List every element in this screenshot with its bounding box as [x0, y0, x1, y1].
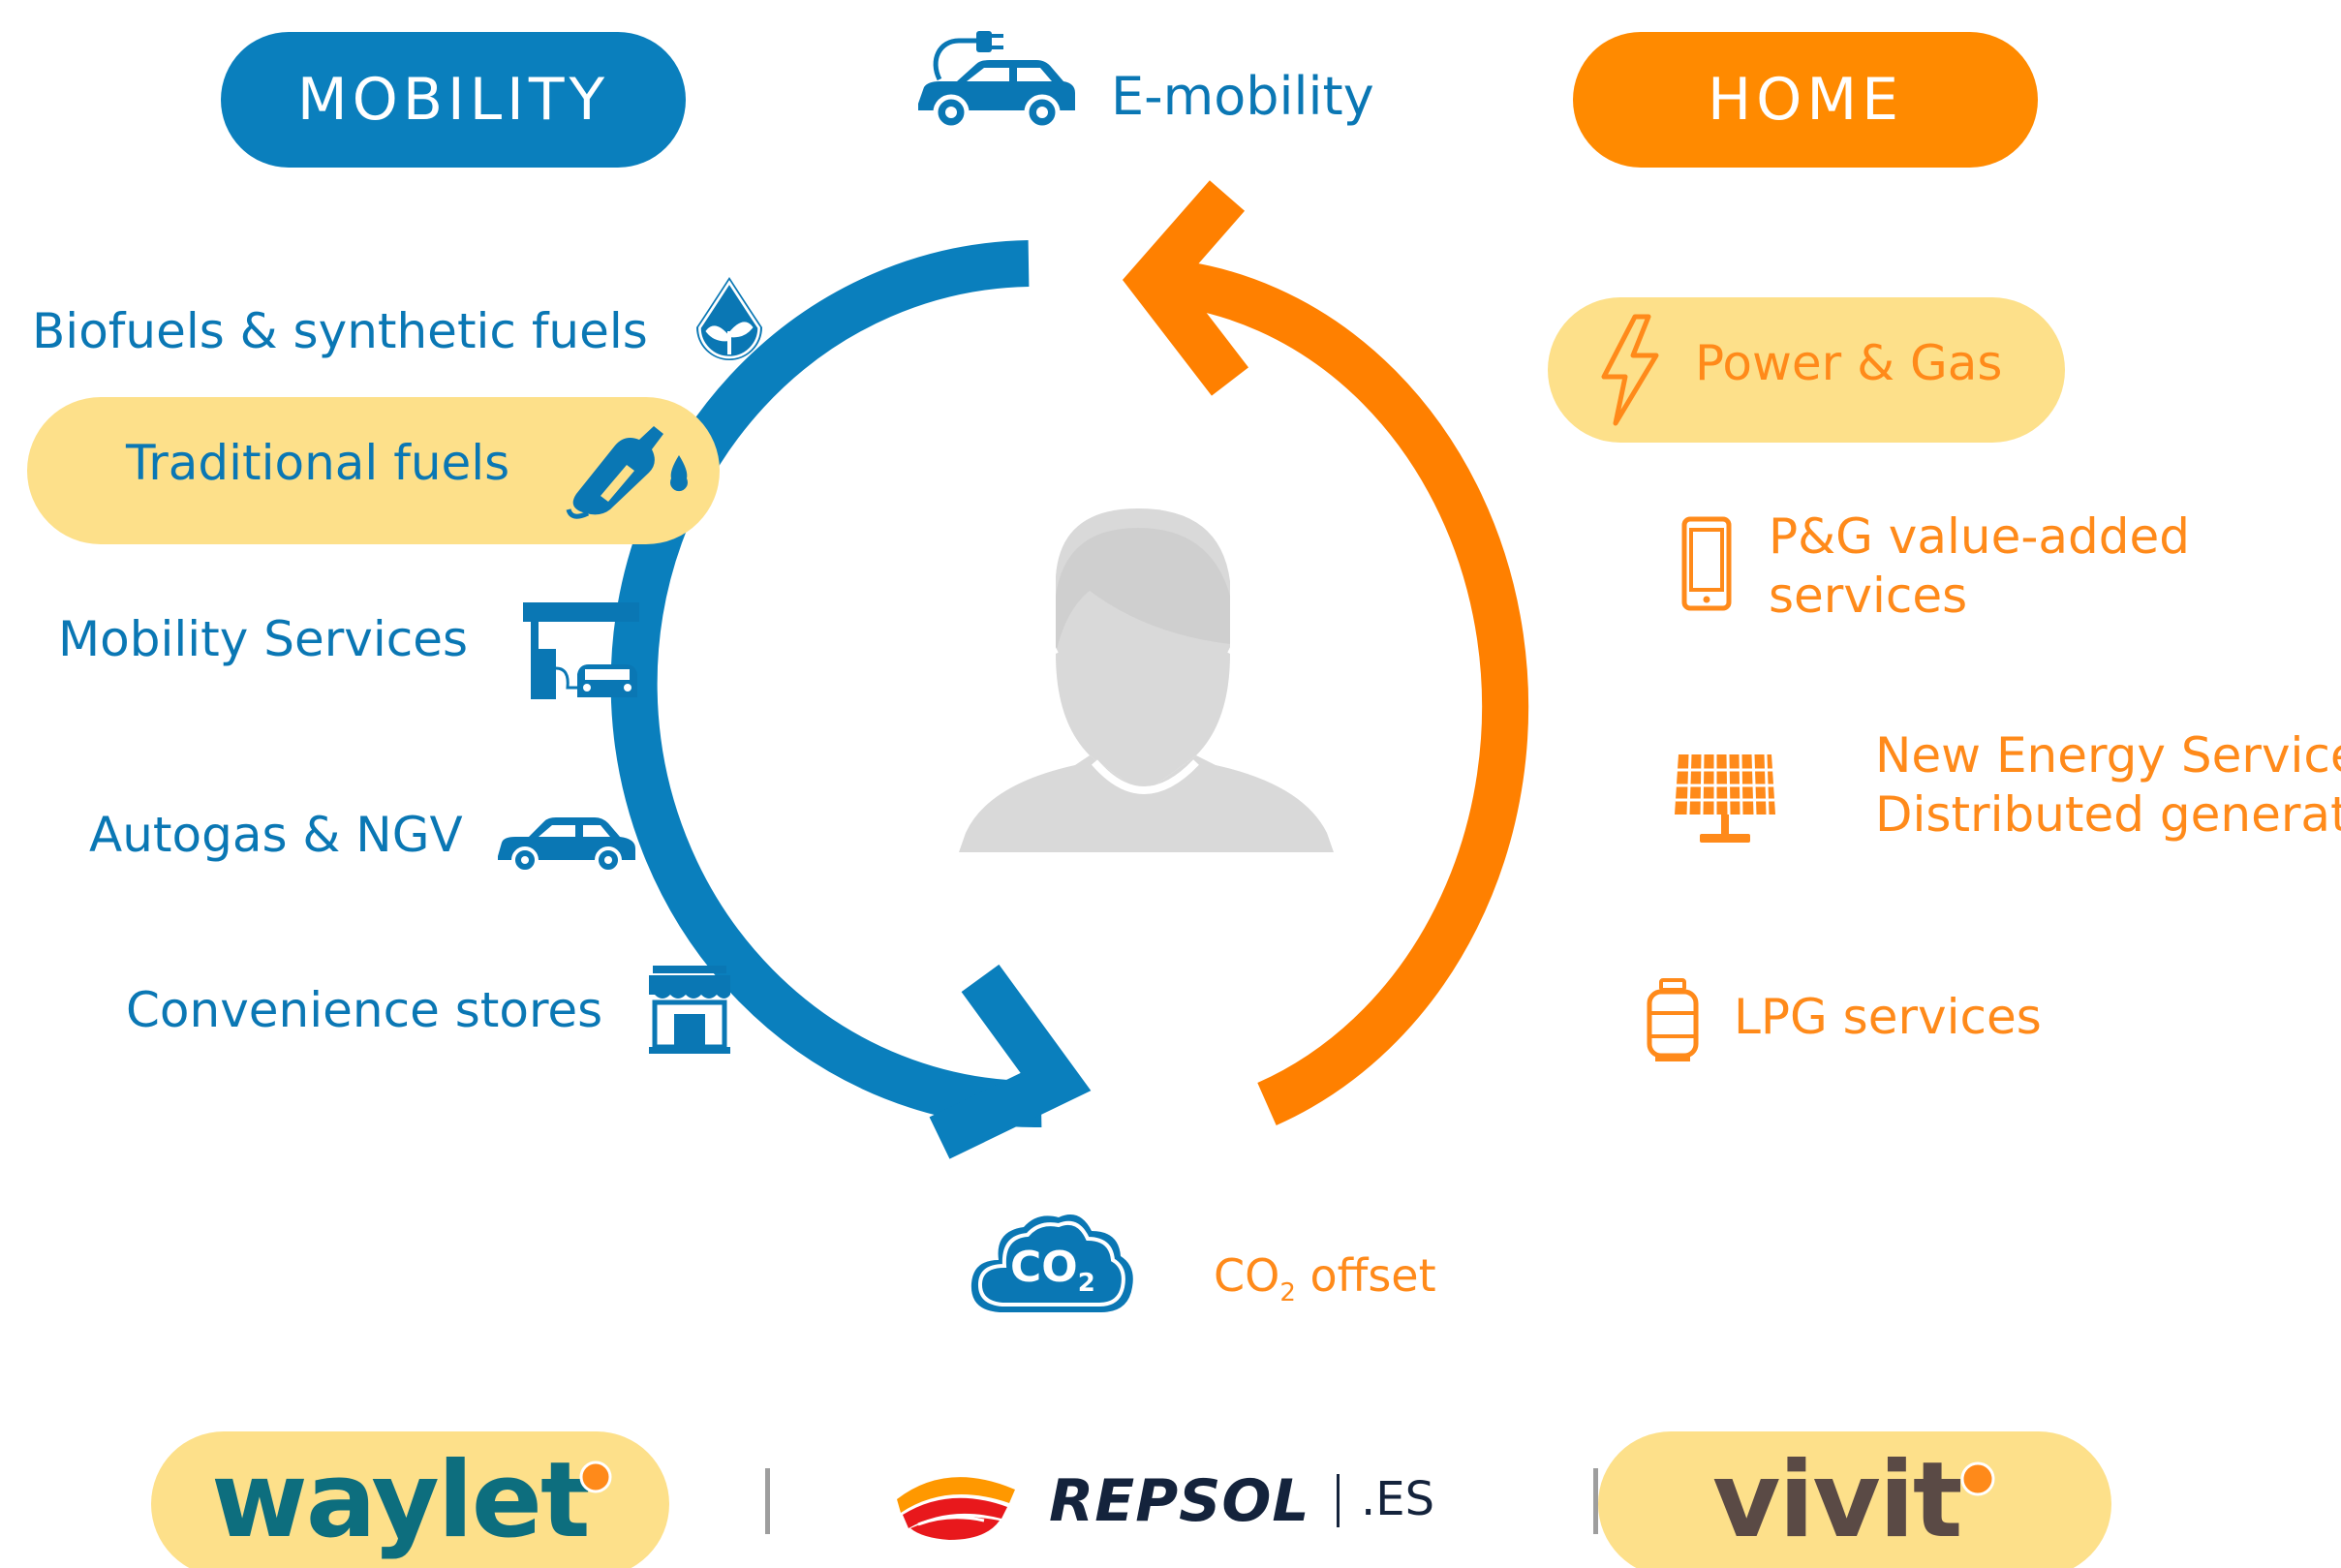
repsol-emblem-icon: [897, 1477, 1015, 1540]
gas-bottle-icon: [1647, 978, 1699, 1061]
co2-offset-suffix: offset: [1295, 1249, 1436, 1302]
repsol-divider: [1337, 1474, 1340, 1527]
customer-person-icon: [959, 508, 1334, 852]
repsol-wordmark: REPSOL: [1049, 1467, 1310, 1535]
store-icon: [649, 966, 730, 1054]
waylet-logo-text: waylet: [211, 1440, 591, 1561]
brand-separator-left: [765, 1468, 770, 1534]
new-energy-line1: New Energy Services –: [1875, 727, 2341, 784]
traditional-fuels-label: Traditional fuels: [126, 435, 510, 491]
repsol-ecosystem-diagram: MOBILITY HOME E-mobility Biofuels & synt…: [0, 0, 2341, 1568]
bio-drop-icon: [696, 277, 762, 361]
co2-offset-subscript: 2: [1279, 1278, 1296, 1308]
co2-cloud-subscript: 2: [1077, 1268, 1095, 1298]
vivit-dot-icon: [1960, 1461, 1995, 1496]
waylet-dot-icon: [579, 1460, 612, 1493]
repsol-wordmark-text: REPSOL: [1049, 1467, 1310, 1535]
pg-value-added-line2: services: [1769, 568, 1968, 624]
fuel-nozzle-icon: [566, 426, 688, 519]
co2-cloud-main: CO: [1010, 1243, 1078, 1292]
vivit-logo: vivit: [1712, 1440, 1962, 1561]
biofuels-label: Biofuels & synthetic fuels: [32, 303, 648, 359]
new-energy-line2: Distributed generation: [1875, 786, 2341, 843]
lpg-services-label: LPG services: [1734, 989, 2042, 1045]
repsol-domain-suffix: .ES: [1361, 1472, 1435, 1526]
mobility-services-label: Mobility Services: [58, 611, 469, 667]
autogas-label: Autogas & NGV: [89, 807, 463, 863]
smartphone-icon: [1681, 516, 1732, 611]
co2-offset-prefix: CO: [1214, 1249, 1280, 1302]
co2-cloud-text: CO2: [1010, 1243, 1095, 1299]
power-gas-label: Power & Gas: [1695, 335, 2003, 391]
car-icon: [498, 817, 635, 874]
vivit-logo-text: vivit: [1712, 1440, 1962, 1561]
co2-offset-label: CO2 offset: [1214, 1249, 1436, 1308]
pg-value-added-line1: P&G value-added: [1769, 508, 2191, 565]
convenience-stores-label: Convenience stores: [126, 982, 603, 1038]
service-station-icon: [523, 602, 639, 699]
waylet-logo: waylet: [211, 1440, 591, 1561]
solar-panel-icon: [1675, 753, 1775, 843]
lightning-icon: [1601, 314, 1659, 426]
